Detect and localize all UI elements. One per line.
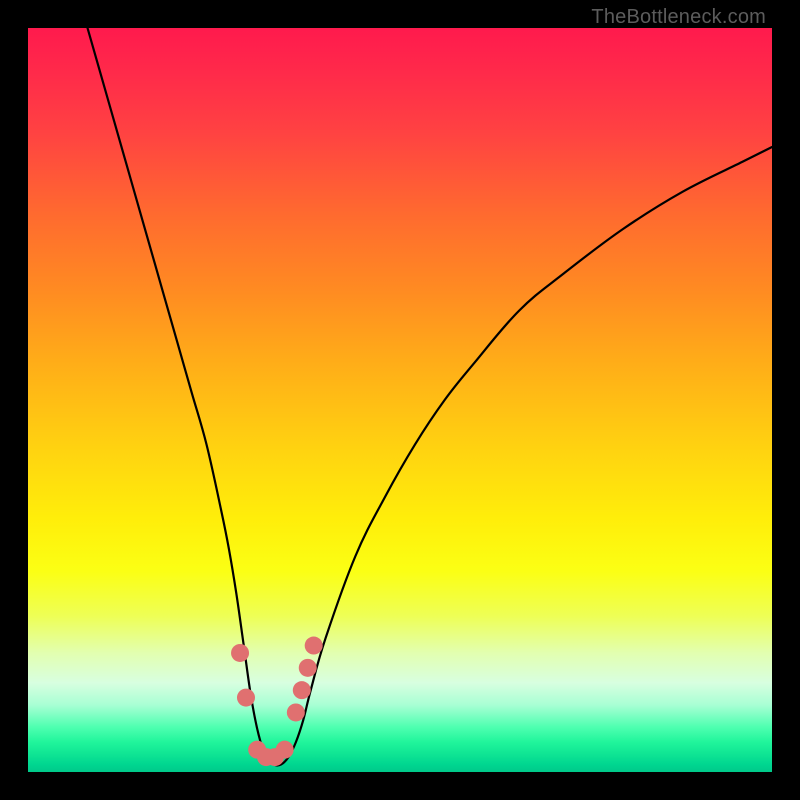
marker-dot [276, 741, 294, 759]
marker-dot [305, 637, 323, 655]
marker-dot [299, 659, 317, 677]
bottleneck-curve [88, 28, 772, 766]
marker-dot [287, 703, 305, 721]
marker-dot [237, 689, 255, 707]
chart-frame [28, 28, 772, 772]
chart-svg [28, 28, 772, 772]
marker-dot [293, 681, 311, 699]
marker-dot [231, 644, 249, 662]
watermark-text: TheBottleneck.com [591, 6, 766, 29]
